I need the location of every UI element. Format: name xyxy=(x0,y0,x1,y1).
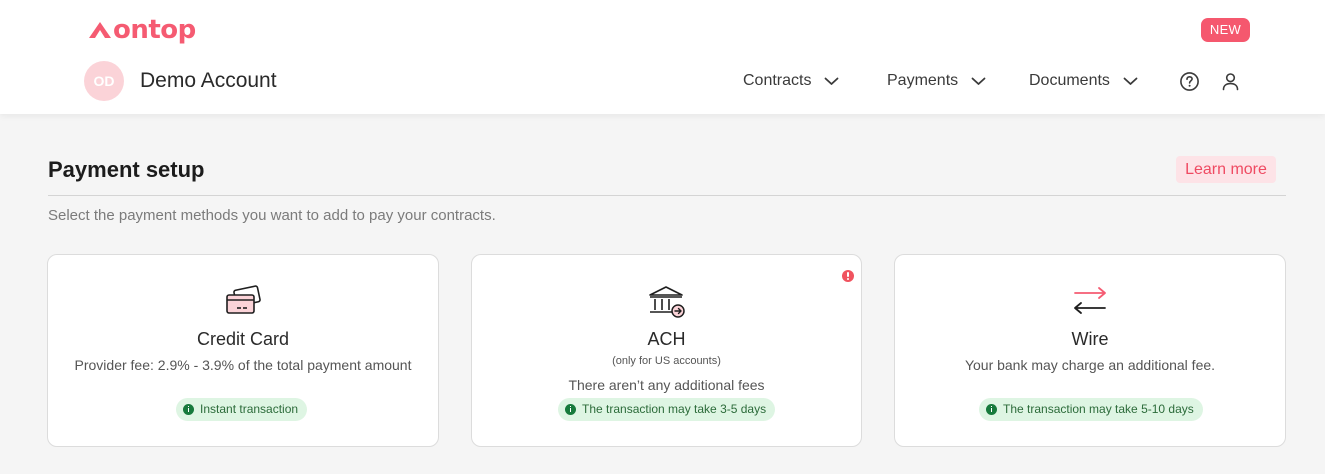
user-icon[interactable] xyxy=(1220,71,1241,92)
card-title: Credit Card xyxy=(196,329,290,349)
nav-documents[interactable]: Documents xyxy=(1029,70,1138,92)
ontop-logo[interactable]: ontop xyxy=(88,15,196,45)
nav-payments-label: Payments xyxy=(887,72,959,89)
payment-method-ach[interactable]: ACH (only for US accounts) There aren’t … xyxy=(471,254,862,447)
card-description: Provider fee: 2.9% - 3.9% of the total p… xyxy=(74,357,412,373)
card-title: Wire xyxy=(1071,329,1109,349)
card-description: Your bank may charge an additional fee. xyxy=(964,357,1216,373)
payment-method-credit-card[interactable]: Credit Card Provider fee: 2.9% - 3.9% of… xyxy=(47,254,439,447)
divider xyxy=(48,195,1286,196)
page-title: Payment setup xyxy=(48,157,205,182)
new-badge: NEW xyxy=(1201,18,1250,42)
status-badge-label: The transaction may take 5-10 days xyxy=(1003,402,1194,416)
avatar[interactable]: OD xyxy=(84,61,124,101)
payment-method-wire[interactable]: Wire Your bank may charge an additional … xyxy=(894,254,1286,447)
help-icon[interactable] xyxy=(1179,71,1200,92)
chevron-down-icon xyxy=(825,77,839,85)
ontop-logo-mark-icon xyxy=(89,22,111,38)
alert-icon xyxy=(842,270,854,282)
chevron-down-icon xyxy=(1123,77,1138,85)
status-badge: The transaction may take 5-10 days xyxy=(979,398,1203,421)
bank-icon xyxy=(648,286,685,318)
card-title: ACH xyxy=(647,329,686,349)
nav-contracts-label: Contracts xyxy=(743,72,812,89)
info-icon xyxy=(565,404,576,415)
status-badge: The transaction may take 3-5 days xyxy=(558,398,776,421)
status-badge: Instant transaction xyxy=(176,398,308,421)
chevron-down-icon xyxy=(971,77,986,85)
top-header: ontop NEW OD Demo Account Contracts Paym… xyxy=(0,0,1325,114)
nav-payments[interactable]: Payments xyxy=(887,70,986,92)
credit-card-icon xyxy=(226,285,261,314)
info-icon xyxy=(183,404,194,415)
info-icon xyxy=(986,404,997,415)
page-subtitle: Select the payment methods you want to a… xyxy=(48,207,496,224)
card-note: (only for US accounts) xyxy=(612,355,721,367)
logo-text: ontop xyxy=(113,15,196,45)
transfer-arrows-icon xyxy=(1074,287,1106,314)
nav-documents-label: Documents xyxy=(1029,72,1110,89)
status-badge-label: The transaction may take 3-5 days xyxy=(582,402,767,416)
learn-more-button[interactable]: Learn more xyxy=(1176,156,1276,183)
nav-contracts[interactable]: Contracts xyxy=(743,70,839,92)
card-description: There aren’t any additional fees xyxy=(568,377,765,393)
account-name: Demo Account xyxy=(140,69,277,92)
status-badge-label: Instant transaction xyxy=(200,402,299,416)
